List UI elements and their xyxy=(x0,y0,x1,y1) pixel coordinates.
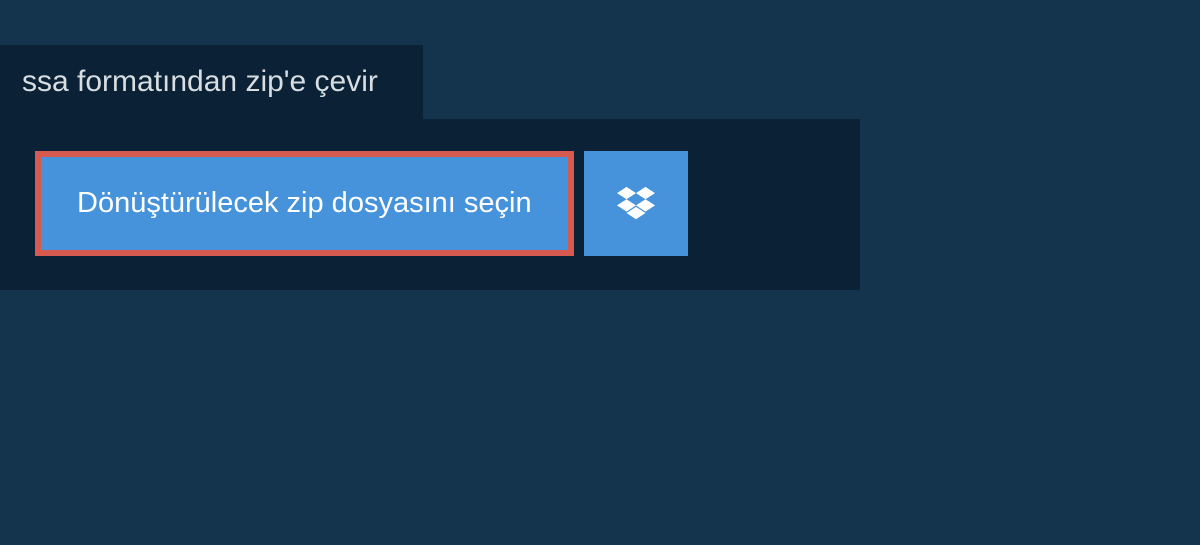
dropbox-icon xyxy=(617,186,655,222)
upload-panel: Dönüştürülecek zip dosyasını seçin xyxy=(0,119,860,290)
select-file-button[interactable]: Dönüştürülecek zip dosyasını seçin xyxy=(35,151,574,256)
select-file-label: Dönüştürülecek zip dosyasını seçin xyxy=(77,187,532,220)
conversion-tab-container: ssa formatından zip'e çevir Dönüştürülec… xyxy=(0,45,1200,290)
dropbox-button[interactable] xyxy=(584,151,688,256)
tab-title: ssa formatından zip'e çevir xyxy=(22,65,378,98)
tab-header: ssa formatından zip'e çevir xyxy=(0,45,423,119)
